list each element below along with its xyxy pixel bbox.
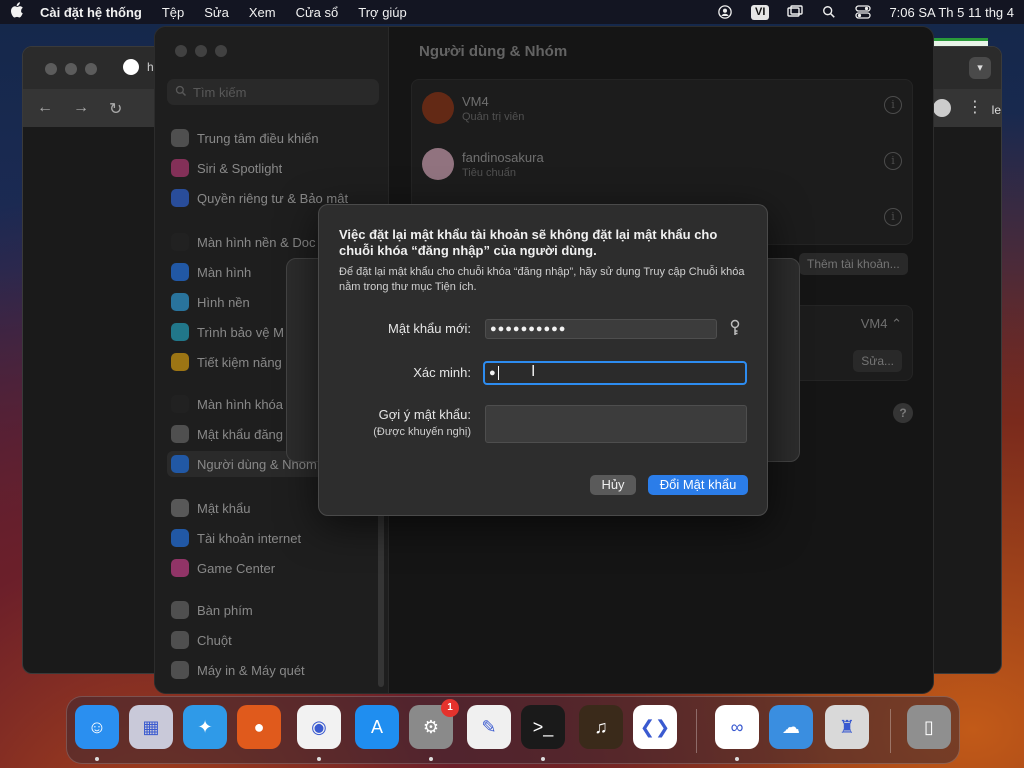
input-source-badge[interactable]: VI	[751, 4, 770, 20]
browser-tab-title[interactable]: h	[147, 60, 154, 74]
dock-glyph: ◉	[311, 716, 327, 737]
password-assistant-key-icon[interactable]	[729, 319, 743, 337]
new-password-field[interactable]: ●●●●●●●●●●	[485, 319, 717, 339]
firefox-icon[interactable]: ●	[237, 705, 281, 749]
new-password-label: Mật khẩu mới:	[388, 321, 471, 336]
reload-icon[interactable]: ↻	[109, 99, 122, 119]
app-store-icon[interactable]: A	[355, 705, 399, 749]
weather-icon[interactable]: ☁	[769, 705, 813, 749]
google-tab-icon	[123, 59, 139, 75]
safari-icon[interactable]: ✦	[183, 705, 227, 749]
dock-glyph: >_	[532, 716, 554, 737]
dock-glyph: ❮❯	[639, 716, 671, 737]
dock-glyph: ☺	[87, 716, 107, 737]
dock-glyph: ⚙	[422, 716, 440, 737]
dock-glyph: ✦	[197, 716, 213, 737]
dock-glyph: ☁	[782, 716, 800, 737]
chrome-icon[interactable]: ◉	[297, 705, 341, 749]
menu-bar: Cài đặt hệ thống Tệp Sửa Xem Cửa sổ Trợ …	[0, 0, 1024, 24]
change-password-button[interactable]: Đổi Mật khẩu	[648, 475, 748, 495]
apple-menu-icon[interactable]	[10, 2, 40, 22]
verify-password-field[interactable]: ●	[483, 361, 747, 385]
browser-side-text: le	[991, 103, 1001, 117]
menubar-clock[interactable]: 7:06 SA Th 5 11 thg 4	[889, 5, 1014, 20]
dock-glyph: ▯	[924, 716, 934, 737]
back-arrow-icon[interactable]: ←	[37, 99, 53, 117]
dock-glyph: ♫	[594, 716, 608, 737]
vscode-icon[interactable]: ❮❯	[633, 705, 677, 749]
control-center-icon[interactable]	[855, 5, 872, 19]
notification-badge: 1	[441, 699, 459, 717]
change-password-dialog: Việc đặt lại mật khẩu tài khoản sẽ không…	[318, 204, 768, 516]
running-indicator	[541, 757, 545, 761]
running-indicator	[429, 757, 433, 761]
dock-glyph: ▦	[142, 716, 160, 737]
menu-window[interactable]: Cửa sổ	[296, 5, 339, 20]
ibeam-cursor-icon: I	[531, 363, 536, 380]
verify-label: Xác minh:	[413, 365, 471, 380]
window-close-dot[interactable]	[45, 63, 57, 75]
finder-icon[interactable]: ☺	[75, 705, 119, 749]
menu-help[interactable]: Trợ giúp	[358, 5, 407, 20]
verify-value: ●	[489, 367, 496, 379]
dock-glyph: A	[370, 716, 383, 737]
spotlight-search-icon[interactable]	[821, 5, 837, 19]
dialog-title: Việc đặt lại mật khẩu tài khoản sẽ không…	[339, 227, 718, 258]
system-settings-icon[interactable]: ⚙ 1	[409, 699, 459, 749]
dock: ☺ ▦ ✦ ● ◉ A ⚙ 1 ✎ >_ ♫ ❮❯ ∞ ☁ ♜ ▯	[66, 696, 960, 764]
forward-arrow-icon[interactable]: →	[73, 99, 89, 117]
dock-glyph: ∞	[730, 716, 744, 737]
automator-icon[interactable]: ♜	[825, 705, 869, 749]
window-zoom-dot[interactable]	[85, 63, 97, 75]
terminal-icon[interactable]: >_	[521, 705, 565, 749]
launchpad-icon[interactable]: ▦	[129, 705, 173, 749]
textedit-icon[interactable]: ✎	[467, 705, 511, 749]
user-account-icon[interactable]	[717, 5, 733, 19]
window-minimize-dot[interactable]	[65, 63, 77, 75]
dialog-description: Để đặt lại mật khẩu cho chuỗi khóa “đăng…	[339, 266, 745, 293]
menu-edit[interactable]: Sửa	[204, 5, 229, 20]
password-hint-field[interactable]	[485, 405, 747, 443]
tab-search-chevron-icon[interactable]: ▾	[969, 57, 991, 79]
running-indicator	[95, 757, 99, 761]
garageband-icon[interactable]: ♫	[579, 705, 623, 749]
menu-file[interactable]: Tệp	[162, 5, 184, 20]
trash-icon[interactable]: ▯	[907, 705, 951, 749]
dock-separator	[696, 709, 697, 753]
running-indicator	[317, 757, 321, 761]
visual-studio-icon[interactable]: ∞	[715, 705, 759, 749]
hint-sublabel: (Được khuyến nghị)	[373, 426, 471, 438]
browser-menu-icon[interactable]: ⋮	[967, 97, 983, 117]
profile-icon[interactable]	[933, 99, 951, 117]
cancel-button[interactable]: Hủy	[590, 475, 636, 495]
menu-app-name[interactable]: Cài đặt hệ thống	[40, 5, 142, 20]
screen-mirroring-icon[interactable]	[787, 5, 804, 19]
menu-view[interactable]: Xem	[249, 5, 276, 20]
dock-glyph: ✎	[481, 716, 497, 737]
dock-glyph: ♜	[838, 716, 856, 737]
background-window-strip	[932, 38, 988, 46]
running-indicator	[735, 757, 739, 761]
hint-label: Gợi ý mật khẩu:	[378, 407, 471, 422]
text-caret	[497, 366, 499, 381]
dock-glyph: ●	[253, 716, 265, 737]
dock-separator	[890, 709, 891, 753]
